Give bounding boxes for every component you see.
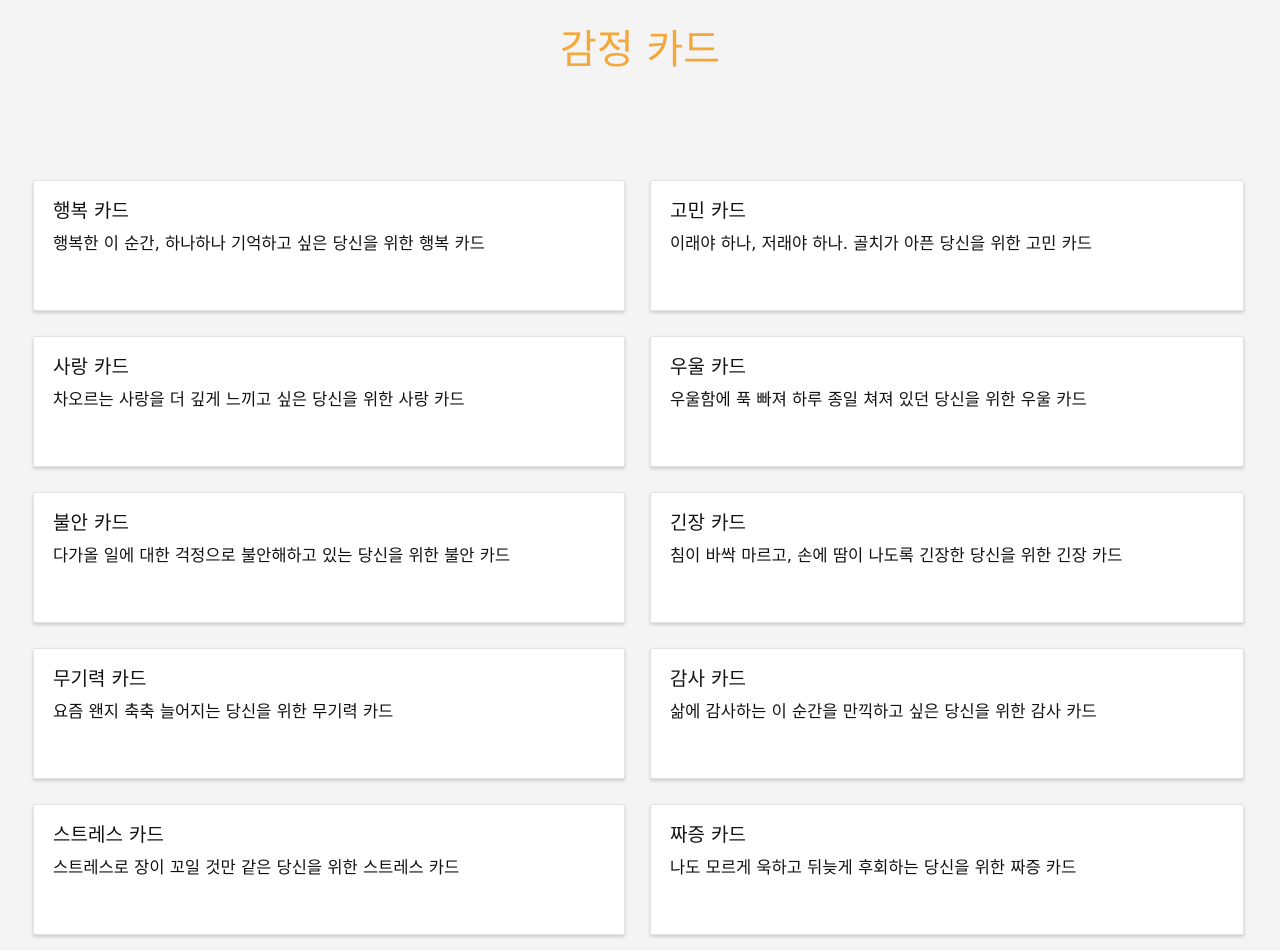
card-title: 불안 카드 — [53, 512, 129, 534]
card-irritation[interactable]: 짜증 카드 나도 모르게 욱하고 뒤늦게 후회하는 당신을 위한 짜증 카드 — [650, 804, 1244, 935]
card-tension[interactable]: 긴장 카드 침이 바싹 마르고, 손에 땀이 나도록 긴장한 당신을 위한 긴장… — [650, 492, 1244, 623]
card-anxiety[interactable]: 불안 카드 다가올 일에 대한 걱정으로 불안해하고 있는 당신을 위한 불안 … — [33, 492, 625, 623]
card-love[interactable]: 사랑 카드 차오르는 사랑을 더 깊게 느끼고 싶은 당신을 위한 사랑 카드 — [33, 336, 625, 467]
card-depression[interactable]: 우울 카드 우울함에 푹 빠져 하루 종일 쳐져 있던 당신을 위한 우울 카드 — [650, 336, 1244, 467]
card-gratitude[interactable]: 감사 카드 삶에 감사하는 이 순간을 만끽하고 싶은 당신을 위한 감사 카드 — [650, 648, 1244, 779]
card-title: 우울 카드 — [670, 356, 746, 378]
card-title: 고민 카드 — [670, 200, 746, 222]
card-description: 침이 바싹 마르고, 손에 땀이 나도록 긴장한 당신을 위한 긴장 카드 — [670, 546, 1123, 565]
card-title: 사랑 카드 — [53, 356, 129, 378]
card-stress[interactable]: 스트레스 카드 스트레스로 장이 꼬일 것만 같은 당신을 위한 스트레스 카드 — [33, 804, 625, 935]
card-happiness[interactable]: 행복 카드 행복한 이 순간, 하나하나 기억하고 싶은 당신을 위한 행복 카… — [33, 180, 625, 311]
emotion-card-grid: 행복 카드 행복한 이 순간, 하나하나 기억하고 싶은 당신을 위한 행복 카… — [33, 180, 1244, 935]
card-title: 스트레스 카드 — [53, 824, 164, 846]
card-worry[interactable]: 고민 카드 이래야 하나, 저래야 하나. 골치가 아픈 당신을 위한 고민 카… — [650, 180, 1244, 311]
card-description: 스트레스로 장이 꼬일 것만 같은 당신을 위한 스트레스 카드 — [53, 858, 460, 877]
card-title: 감사 카드 — [670, 668, 746, 690]
card-description: 삶에 감사하는 이 순간을 만끽하고 싶은 당신을 위한 감사 카드 — [670, 702, 1097, 721]
card-title: 짜증 카드 — [670, 824, 746, 846]
card-title: 긴장 카드 — [670, 512, 746, 534]
card-title: 행복 카드 — [53, 200, 129, 222]
card-description: 차오르는 사랑을 더 깊게 느끼고 싶은 당신을 위한 사랑 카드 — [53, 390, 465, 409]
card-description: 요즘 왠지 축축 늘어지는 당신을 위한 무기력 카드 — [53, 702, 394, 721]
card-description: 다가올 일에 대한 걱정으로 불안해하고 있는 당신을 위한 불안 카드 — [53, 546, 511, 565]
card-description: 우울함에 푹 빠져 하루 종일 쳐져 있던 당신을 위한 우울 카드 — [670, 390, 1087, 409]
card-description: 나도 모르게 욱하고 뒤늦게 후회하는 당신을 위한 짜증 카드 — [670, 858, 1077, 877]
card-description: 행복한 이 순간, 하나하나 기억하고 싶은 당신을 위한 행복 카드 — [53, 234, 485, 253]
page-title: 감정 카드 — [560, 27, 720, 73]
card-description: 이래야 하나, 저래야 하나. 골치가 아픈 당신을 위한 고민 카드 — [670, 234, 1093, 253]
card-title: 무기력 카드 — [53, 668, 147, 690]
card-lethargy[interactable]: 무기력 카드 요즘 왠지 축축 늘어지는 당신을 위한 무기력 카드 — [33, 648, 625, 779]
